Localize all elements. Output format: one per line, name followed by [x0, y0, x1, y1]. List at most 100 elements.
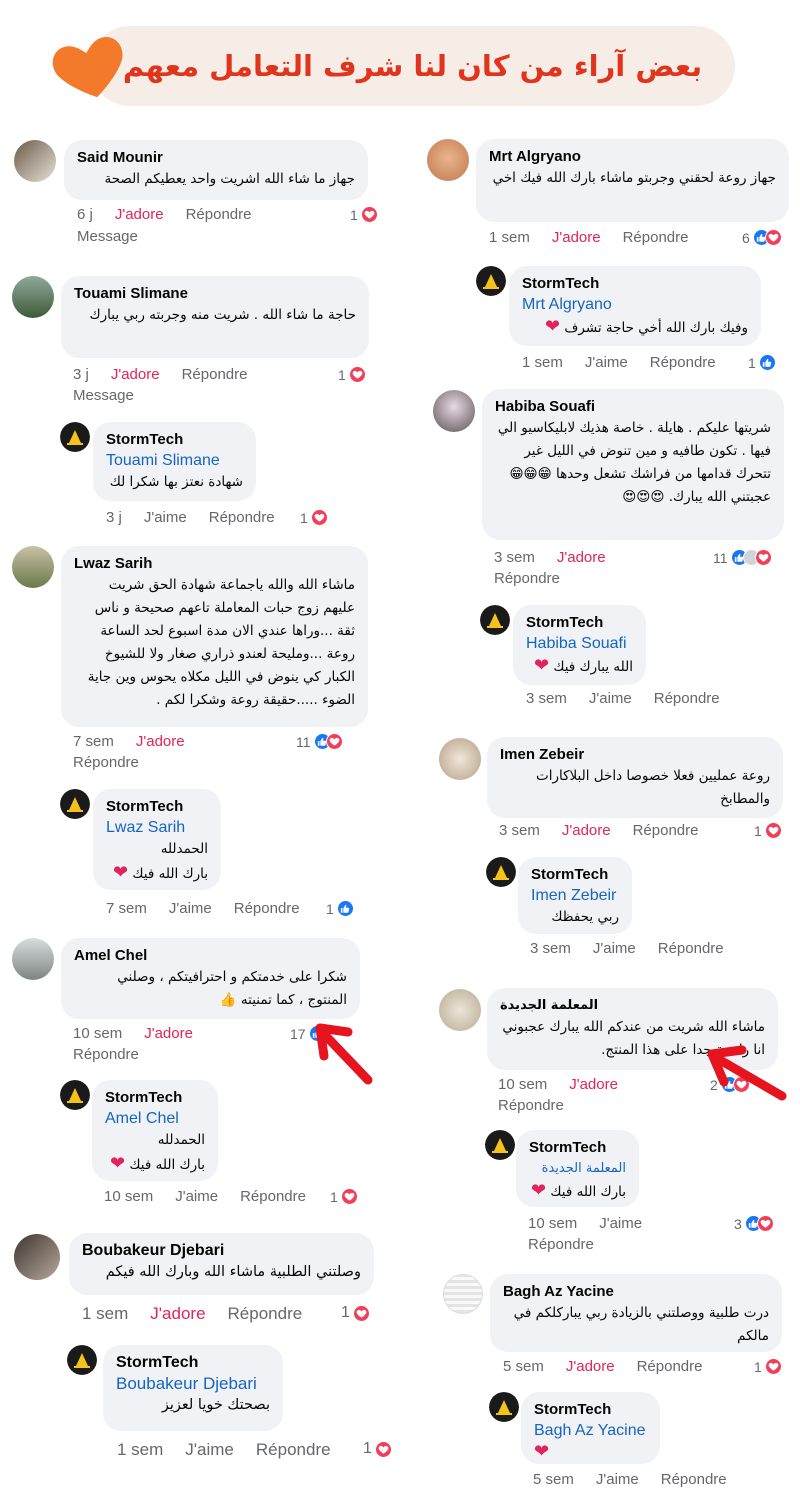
stormtech-logo-icon[interactable]: [485, 1130, 515, 1160]
react-button[interactable]: J'adore: [569, 1076, 618, 1093]
mention-link[interactable]: Amel Chel: [105, 1108, 205, 1129]
like-button[interactable]: J'aime: [169, 900, 212, 917]
avatar[interactable]: [12, 546, 54, 588]
reply-button[interactable]: Répondre: [658, 940, 724, 957]
like-button[interactable]: J'aime: [599, 1215, 642, 1232]
avatar[interactable]: [427, 139, 469, 181]
reply-button[interactable]: Répondre: [234, 900, 300, 917]
timestamp[interactable]: 1 sem: [489, 229, 530, 246]
reply-author[interactable]: StormTech: [526, 613, 633, 633]
avatar[interactable]: [439, 989, 481, 1031]
avatar[interactable]: [433, 390, 475, 432]
reply-author[interactable]: StormTech: [522, 274, 748, 294]
timestamp[interactable]: 10 sem: [528, 1215, 577, 1232]
timestamp[interactable]: 10 sem: [498, 1076, 547, 1093]
timestamp[interactable]: 10 sem: [104, 1188, 153, 1205]
like-button[interactable]: J'aime: [589, 690, 632, 707]
commenter-name[interactable]: Said Mounir: [77, 148, 355, 168]
reply-button[interactable]: Répondre: [528, 1236, 594, 1253]
react-button[interactable]: J'adore: [552, 229, 601, 246]
commenter-name[interactable]: Imen Zebeir: [500, 745, 770, 765]
stormtech-logo-icon[interactable]: [60, 789, 90, 819]
react-button[interactable]: J'adore: [111, 366, 160, 383]
stormtech-logo-icon[interactable]: [60, 1080, 90, 1110]
reaction-count[interactable]: 1: [754, 822, 782, 839]
mention-link[interactable]: Habiba Souafi: [526, 633, 633, 654]
reply-button[interactable]: Répondre: [633, 822, 699, 839]
stormtech-logo-icon[interactable]: [67, 1345, 97, 1375]
timestamp[interactable]: 3 sem: [499, 822, 540, 839]
timestamp[interactable]: 6 j: [77, 206, 93, 223]
message-link[interactable]: Message: [77, 228, 138, 245]
stormtech-logo-icon[interactable]: [60, 422, 90, 452]
timestamp[interactable]: 3 j: [73, 366, 89, 383]
reply-author[interactable]: StormTech: [534, 1400, 647, 1420]
like-button[interactable]: J'aime: [593, 940, 636, 957]
timestamp[interactable]: 5 sem: [533, 1471, 574, 1488]
timestamp[interactable]: 1 sem: [522, 354, 563, 371]
commenter-name[interactable]: Habiba Souafi: [495, 397, 771, 417]
timestamp[interactable]: 3 j: [106, 509, 122, 526]
stormtech-logo-icon[interactable]: [480, 605, 510, 635]
timestamp[interactable]: 3 sem: [530, 940, 571, 957]
reply-author[interactable]: StormTech: [106, 430, 243, 450]
like-button[interactable]: J'aime: [144, 509, 187, 526]
react-button[interactable]: J'adore: [557, 549, 606, 566]
reply-author[interactable]: StormTech: [529, 1138, 626, 1158]
reply-button[interactable]: Répondre: [256, 1440, 331, 1460]
reply-button[interactable]: Répondre: [661, 1471, 727, 1488]
reply-button[interactable]: Répondre: [73, 754, 139, 771]
react-button[interactable]: J'adore: [566, 1358, 615, 1375]
reaction-count[interactable]: 6: [742, 229, 782, 246]
commenter-name[interactable]: Lwaz Sarih: [74, 554, 355, 574]
reply-author[interactable]: StormTech: [531, 865, 619, 885]
avatar[interactable]: [12, 276, 54, 318]
reaction-count[interactable]: 3: [734, 1215, 774, 1232]
reply-button[interactable]: Répondre: [240, 1188, 306, 1205]
mention-link[interactable]: Bagh Az Yacine: [534, 1420, 647, 1441]
reply-author[interactable]: StormTech: [106, 797, 208, 817]
reaction-count[interactable]: 1: [754, 1358, 782, 1375]
react-button[interactable]: J'adore: [562, 822, 611, 839]
reply-button[interactable]: Répondre: [228, 1304, 303, 1324]
reply-button[interactable]: Répondre: [209, 509, 275, 526]
avatar[interactable]: [14, 1234, 60, 1280]
reply-button[interactable]: Répondre: [494, 570, 560, 587]
reply-author[interactable]: StormTech: [105, 1088, 205, 1108]
reaction-count[interactable]: 1: [363, 1440, 392, 1458]
avatar[interactable]: [12, 938, 54, 980]
commenter-name[interactable]: Bagh Az Yacine: [503, 1282, 769, 1302]
timestamp[interactable]: 7 sem: [73, 733, 114, 750]
avatar[interactable]: [439, 738, 481, 780]
avatar[interactable]: [443, 1274, 483, 1314]
mention-link[interactable]: Imen Zebeir: [531, 885, 619, 906]
reply-button[interactable]: Répondre: [182, 366, 248, 383]
reaction-count[interactable]: 11: [296, 733, 343, 750]
reply-button[interactable]: Répondre: [498, 1097, 564, 1114]
reply-button[interactable]: Répondre: [73, 1046, 139, 1063]
timestamp[interactable]: 10 sem: [73, 1025, 122, 1042]
react-button[interactable]: J'adore: [150, 1304, 205, 1324]
timestamp[interactable]: 5 sem: [503, 1358, 544, 1375]
commenter-name[interactable]: Touami Slimane: [74, 284, 356, 304]
commenter-name[interactable]: Mrt Algryano: [489, 147, 776, 167]
reaction-count[interactable]: 1: [350, 206, 378, 223]
avatar[interactable]: [14, 140, 56, 182]
reaction-count[interactable]: 1: [341, 1304, 370, 1322]
react-button[interactable]: J'adore: [115, 206, 164, 223]
react-button[interactable]: J'adore: [136, 733, 185, 750]
mention-link[interactable]: Touami Slimane: [106, 450, 243, 471]
commenter-name[interactable]: Boubakeur Djebari: [82, 1241, 361, 1261]
mention-link[interactable]: Boubakeur Djebari: [116, 1373, 270, 1394]
timestamp[interactable]: 1 sem: [117, 1440, 163, 1460]
commenter-name[interactable]: المعلمة الجديدة: [500, 996, 765, 1016]
timestamp[interactable]: 3 sem: [494, 549, 535, 566]
reply-button[interactable]: Répondre: [654, 690, 720, 707]
reaction-count[interactable]: 1: [300, 509, 328, 526]
like-button[interactable]: J'aime: [175, 1188, 218, 1205]
like-button[interactable]: J'aime: [585, 354, 628, 371]
like-button[interactable]: J'aime: [185, 1440, 234, 1460]
stormtech-logo-icon[interactable]: [486, 857, 516, 887]
reply-button[interactable]: Répondre: [650, 354, 716, 371]
timestamp[interactable]: 7 sem: [106, 900, 147, 917]
